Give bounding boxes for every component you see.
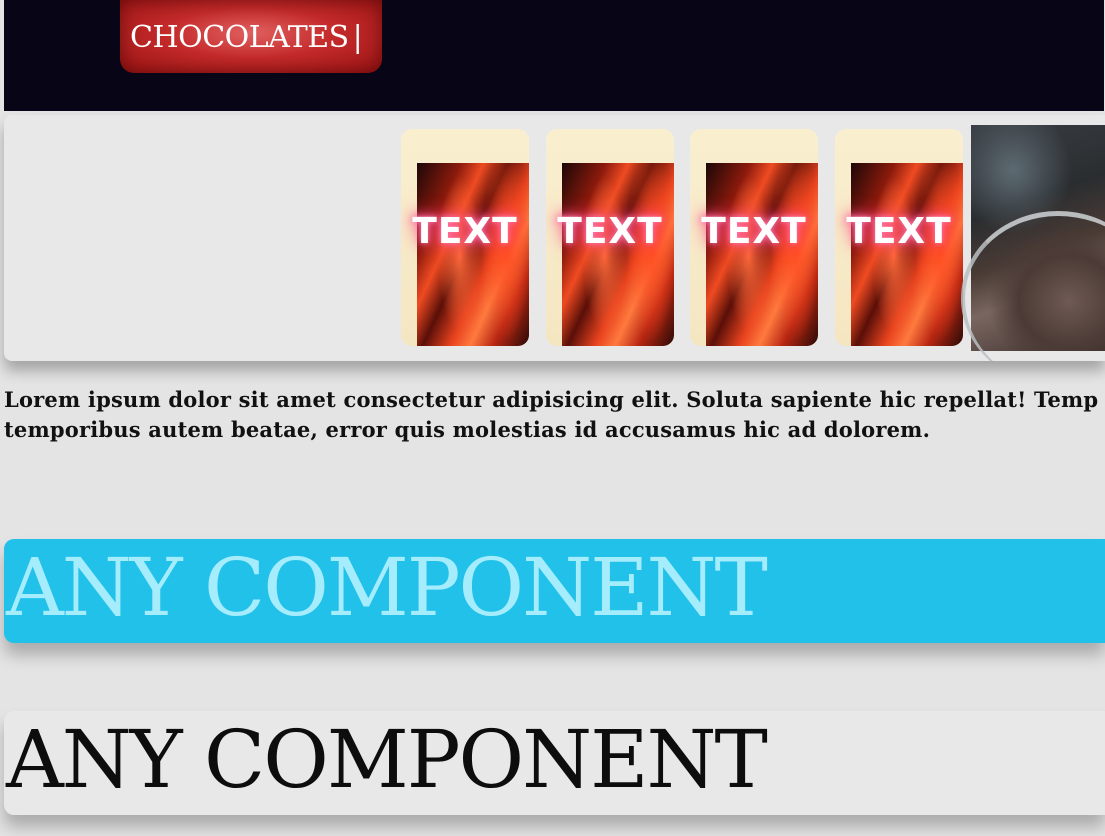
gallery-card[interactable]: TEXT: [401, 129, 529, 346]
card-label: TEXT: [846, 211, 952, 252]
component-label: ANY COMPONENT: [6, 541, 768, 634]
gallery-card[interactable]: TEXT: [690, 129, 818, 346]
body-paragraph: Lorem ipsum dolor sit amet consectetur a…: [4, 387, 1099, 442]
gallery-card[interactable]: TEXT: [546, 129, 674, 346]
top-navbar: CHOCOLATES |: [4, 0, 1104, 111]
bowl-rim: [961, 211, 1105, 361]
gallery-card[interactable]: TEXT: [835, 129, 963, 346]
image-gallery: TEXT TEXT TEXT TEXT: [4, 115, 1105, 361]
text-cursor: |: [352, 20, 363, 55]
card-label: TEXT: [557, 211, 663, 252]
component-label: ANY COMPONENT: [6, 713, 768, 806]
chocolates-nav-button[interactable]: CHOCOLATES |: [120, 0, 382, 73]
card-label: TEXT: [412, 211, 518, 252]
card-image: [417, 163, 529, 346]
card-image: [562, 163, 674, 346]
brand-label: CHOCOLATES: [130, 20, 349, 55]
card-image: [851, 163, 963, 346]
card-image: [706, 163, 818, 346]
component-banner-blue: ANY COMPONENT: [4, 539, 1105, 643]
component-banner-gray: ANY COMPONENT: [4, 711, 1105, 815]
chocolate-photo[interactable]: [961, 125, 1105, 361]
card-label: TEXT: [701, 211, 807, 252]
